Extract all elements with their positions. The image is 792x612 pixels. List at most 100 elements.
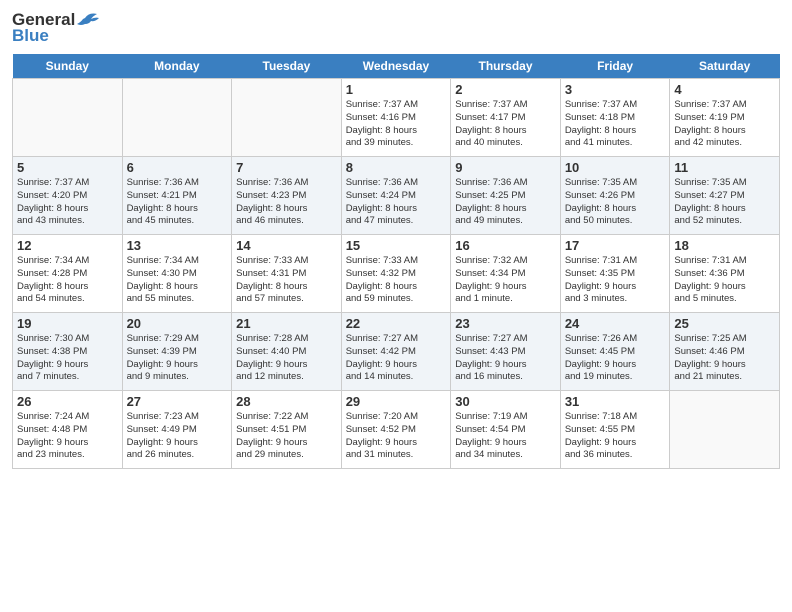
cell-info: Sunrise: 7:37 AM Sunset: 4:17 PM Dayligh… <box>455 99 556 150</box>
date-number: 15 <box>346 238 447 253</box>
date-number: 19 <box>17 316 118 331</box>
cell-info: Sunrise: 7:36 AM Sunset: 4:25 PM Dayligh… <box>455 177 556 228</box>
calendar-cell: 7 Sunrise: 7:36 AM Sunset: 4:23 PM Daylig… <box>232 157 342 235</box>
logo-blue-text: Blue <box>12 26 49 46</box>
day-header-saturday: Saturday <box>670 54 780 79</box>
date-number: 24 <box>565 316 666 331</box>
day-header-thursday: Thursday <box>451 54 561 79</box>
calendar-cell: 23 Sunrise: 7:27 AM Sunset: 4:43 PM Dayli… <box>451 313 561 391</box>
cell-info: Sunrise: 7:24 AM Sunset: 4:48 PM Dayligh… <box>17 411 118 462</box>
cell-info: Sunrise: 7:27 AM Sunset: 4:42 PM Dayligh… <box>346 333 447 384</box>
cell-info: Sunrise: 7:36 AM Sunset: 4:21 PM Dayligh… <box>127 177 228 228</box>
cell-info: Sunrise: 7:22 AM Sunset: 4:51 PM Dayligh… <box>236 411 337 462</box>
cell-info: Sunrise: 7:34 AM Sunset: 4:28 PM Dayligh… <box>17 255 118 306</box>
cell-info: Sunrise: 7:37 AM Sunset: 4:18 PM Dayligh… <box>565 99 666 150</box>
calendar-cell: 2 Sunrise: 7:37 AM Sunset: 4:17 PM Daylig… <box>451 79 561 157</box>
cell-info: Sunrise: 7:30 AM Sunset: 4:38 PM Dayligh… <box>17 333 118 384</box>
calendar-cell: 8 Sunrise: 7:36 AM Sunset: 4:24 PM Daylig… <box>341 157 451 235</box>
calendar-cell: 3 Sunrise: 7:37 AM Sunset: 4:18 PM Daylig… <box>560 79 670 157</box>
date-number: 30 <box>455 394 556 409</box>
cell-info: Sunrise: 7:32 AM Sunset: 4:34 PM Dayligh… <box>455 255 556 306</box>
calendar-cell <box>13 79 123 157</box>
date-number: 2 <box>455 82 556 97</box>
date-number: 9 <box>455 160 556 175</box>
cell-info: Sunrise: 7:25 AM Sunset: 4:46 PM Dayligh… <box>674 333 775 384</box>
date-number: 28 <box>236 394 337 409</box>
calendar-cell: 30 Sunrise: 7:19 AM Sunset: 4:54 PM Dayli… <box>451 391 561 469</box>
calendar-cell: 5 Sunrise: 7:37 AM Sunset: 4:20 PM Daylig… <box>13 157 123 235</box>
calendar-cell: 28 Sunrise: 7:22 AM Sunset: 4:51 PM Dayli… <box>232 391 342 469</box>
day-header-sunday: Sunday <box>13 54 123 79</box>
date-number: 8 <box>346 160 447 175</box>
date-number: 14 <box>236 238 337 253</box>
date-number: 5 <box>17 160 118 175</box>
day-header-friday: Friday <box>560 54 670 79</box>
calendar-cell: 16 Sunrise: 7:32 AM Sunset: 4:34 PM Dayli… <box>451 235 561 313</box>
cell-info: Sunrise: 7:18 AM Sunset: 4:55 PM Dayligh… <box>565 411 666 462</box>
cell-info: Sunrise: 7:33 AM Sunset: 4:32 PM Dayligh… <box>346 255 447 306</box>
date-number: 21 <box>236 316 337 331</box>
date-number: 12 <box>17 238 118 253</box>
cell-info: Sunrise: 7:23 AM Sunset: 4:49 PM Dayligh… <box>127 411 228 462</box>
cell-info: Sunrise: 7:19 AM Sunset: 4:54 PM Dayligh… <box>455 411 556 462</box>
calendar-cell: 11 Sunrise: 7:35 AM Sunset: 4:27 PM Dayli… <box>670 157 780 235</box>
calendar-cell <box>670 391 780 469</box>
calendar-cell: 18 Sunrise: 7:31 AM Sunset: 4:36 PM Dayli… <box>670 235 780 313</box>
calendar-cell: 14 Sunrise: 7:33 AM Sunset: 4:31 PM Dayli… <box>232 235 342 313</box>
date-number: 20 <box>127 316 228 331</box>
date-number: 27 <box>127 394 228 409</box>
calendar-cell: 13Sunrise: 7:34 AM Sunset: 4:30 PM Dayli… <box>122 235 232 313</box>
calendar-cell: 21 Sunrise: 7:28 AM Sunset: 4:40 PM Dayli… <box>232 313 342 391</box>
date-number: 10 <box>565 160 666 175</box>
cell-info: Sunrise: 7:36 AM Sunset: 4:24 PM Dayligh… <box>346 177 447 228</box>
calendar-table: SundayMondayTuesdayWednesdayThursdayFrid… <box>12 54 780 469</box>
calendar-cell: 12 Sunrise: 7:34 AM Sunset: 4:28 PM Dayli… <box>13 235 123 313</box>
calendar-cell: 29 Sunrise: 7:20 AM Sunset: 4:52 PM Dayli… <box>341 391 451 469</box>
calendar-cell: 4 Sunrise: 7:37 AM Sunset: 4:19 PM Daylig… <box>670 79 780 157</box>
date-number: 18 <box>674 238 775 253</box>
date-number: 7 <box>236 160 337 175</box>
header: General Blue <box>12 10 780 46</box>
calendar-cell: 15 Sunrise: 7:33 AM Sunset: 4:32 PM Dayli… <box>341 235 451 313</box>
cell-info: Sunrise: 7:37 AM Sunset: 4:20 PM Dayligh… <box>17 177 118 228</box>
date-number: 31 <box>565 394 666 409</box>
cell-info: Sunrise: 7:20 AM Sunset: 4:52 PM Dayligh… <box>346 411 447 462</box>
date-number: 29 <box>346 394 447 409</box>
cell-info: Sunrise: 7:37 AM Sunset: 4:19 PM Dayligh… <box>674 99 775 150</box>
calendar-cell: 19 Sunrise: 7:30 AM Sunset: 4:38 PM Dayli… <box>13 313 123 391</box>
cell-info: Sunrise: 7:33 AM Sunset: 4:31 PM Dayligh… <box>236 255 337 306</box>
calendar-cell: 27 Sunrise: 7:23 AM Sunset: 4:49 PM Dayli… <box>122 391 232 469</box>
cell-info: Sunrise: 7:31 AM Sunset: 4:36 PM Dayligh… <box>674 255 775 306</box>
date-number: 22 <box>346 316 447 331</box>
day-header-tuesday: Tuesday <box>232 54 342 79</box>
cell-info: Sunrise: 7:26 AM Sunset: 4:45 PM Dayligh… <box>565 333 666 384</box>
date-number: 3 <box>565 82 666 97</box>
calendar-cell: 20 Sunrise: 7:29 AM Sunset: 4:39 PM Dayli… <box>122 313 232 391</box>
cell-info: Sunrise: 7:27 AM Sunset: 4:43 PM Dayligh… <box>455 333 556 384</box>
cell-info: Sunrise: 7:35 AM Sunset: 4:27 PM Dayligh… <box>674 177 775 228</box>
calendar-cell: 6 Sunrise: 7:36 AM Sunset: 4:21 PM Daylig… <box>122 157 232 235</box>
logo-bird-icon <box>77 10 99 28</box>
date-number: 23 <box>455 316 556 331</box>
cell-info: Sunrise: 7:29 AM Sunset: 4:39 PM Dayligh… <box>127 333 228 384</box>
date-number: 25 <box>674 316 775 331</box>
cell-info: Sunrise: 7:28 AM Sunset: 4:40 PM Dayligh… <box>236 333 337 384</box>
date-number: 13 <box>127 238 228 253</box>
date-number: 26 <box>17 394 118 409</box>
date-number: 17 <box>565 238 666 253</box>
date-number: 16 <box>455 238 556 253</box>
day-header-wednesday: Wednesday <box>341 54 451 79</box>
date-number: 4 <box>674 82 775 97</box>
cell-info: Sunrise: 7:36 AM Sunset: 4:23 PM Dayligh… <box>236 177 337 228</box>
calendar-cell: 25 Sunrise: 7:25 AM Sunset: 4:46 PM Dayli… <box>670 313 780 391</box>
calendar-container: General Blue SundayMondayTuesdayWednesda… <box>0 0 792 477</box>
date-number: 11 <box>674 160 775 175</box>
cell-info: Sunrise: 7:35 AM Sunset: 4:26 PM Dayligh… <box>565 177 666 228</box>
calendar-cell: 1Sunrise: 7:37 AM Sunset: 4:16 PM Daylig… <box>341 79 451 157</box>
date-number: 6 <box>127 160 228 175</box>
calendar-cell: 31 Sunrise: 7:18 AM Sunset: 4:55 PM Dayli… <box>560 391 670 469</box>
calendar-cell: 22 Sunrise: 7:27 AM Sunset: 4:42 PM Dayli… <box>341 313 451 391</box>
day-header-monday: Monday <box>122 54 232 79</box>
calendar-cell <box>232 79 342 157</box>
date-number: 1 <box>346 82 447 97</box>
